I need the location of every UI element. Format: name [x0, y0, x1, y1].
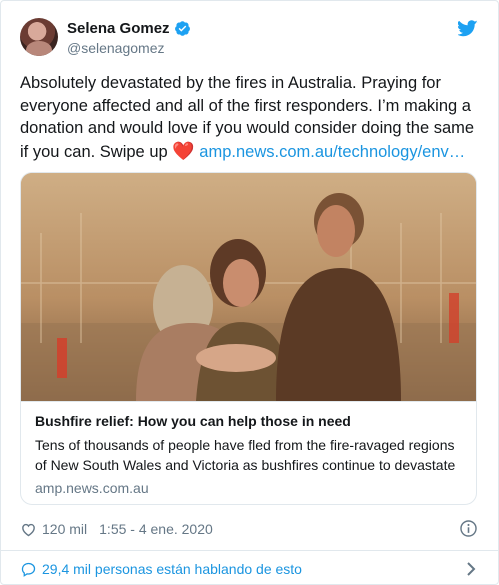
- link-preview-description: Tens of thousands of people have fled fr…: [35, 437, 456, 473]
- tweet-embed-card: Selena Gomez @selenagomez Absolutely dev…: [0, 0, 499, 585]
- link-preview-card[interactable]: Bushfire relief: How you can help those …: [20, 172, 477, 505]
- like-count: 120 mil: [42, 521, 88, 537]
- speech-bubble-icon: [21, 562, 36, 577]
- conversation-label[interactable]: 29,4 mil personas están hablando de esto: [42, 561, 302, 577]
- verified-badge-icon: [174, 21, 190, 36]
- chevron-right-icon[interactable]: [464, 561, 478, 577]
- tweet-link[interactable]: amp.news.com.au/technology/env…: [199, 143, 465, 161]
- author-name-row[interactable]: Selena Gomez: [67, 20, 191, 37]
- tweet-meta-row: 120 mil 1:55 - 4 ene. 2020: [20, 518, 478, 540]
- twitter-bird-icon[interactable]: [458, 20, 478, 37]
- tweet-timestamp[interactable]: 1:55 - 4 ene. 2020: [99, 521, 213, 537]
- info-icon[interactable]: [459, 519, 478, 538]
- link-preview-image[interactable]: [21, 173, 476, 401]
- tweet-text: Absolutely devastated by the fires in Au…: [20, 72, 480, 163]
- like-button[interactable]: 120 mil: [20, 521, 87, 538]
- conversation-link[interactable]: 29,4 mil personas están hablando de esto: [20, 558, 478, 580]
- heart-icon: [22, 523, 35, 536]
- avatar[interactable]: [20, 18, 58, 56]
- author-name[interactable]: Selena Gomez: [67, 20, 170, 37]
- link-preview-text[interactable]: Bushfire relief: How you can help those …: [21, 401, 476, 504]
- link-preview-domain: amp.news.com.au: [35, 480, 149, 496]
- divider: [1, 550, 498, 551]
- author-handle[interactable]: @selenagomez: [67, 40, 165, 56]
- red-heart-emoji: ❤️: [172, 140, 195, 161]
- tweet-header: Selena Gomez @selenagomez: [20, 18, 478, 62]
- link-preview-title[interactable]: Bushfire relief: How you can help those …: [35, 413, 351, 429]
